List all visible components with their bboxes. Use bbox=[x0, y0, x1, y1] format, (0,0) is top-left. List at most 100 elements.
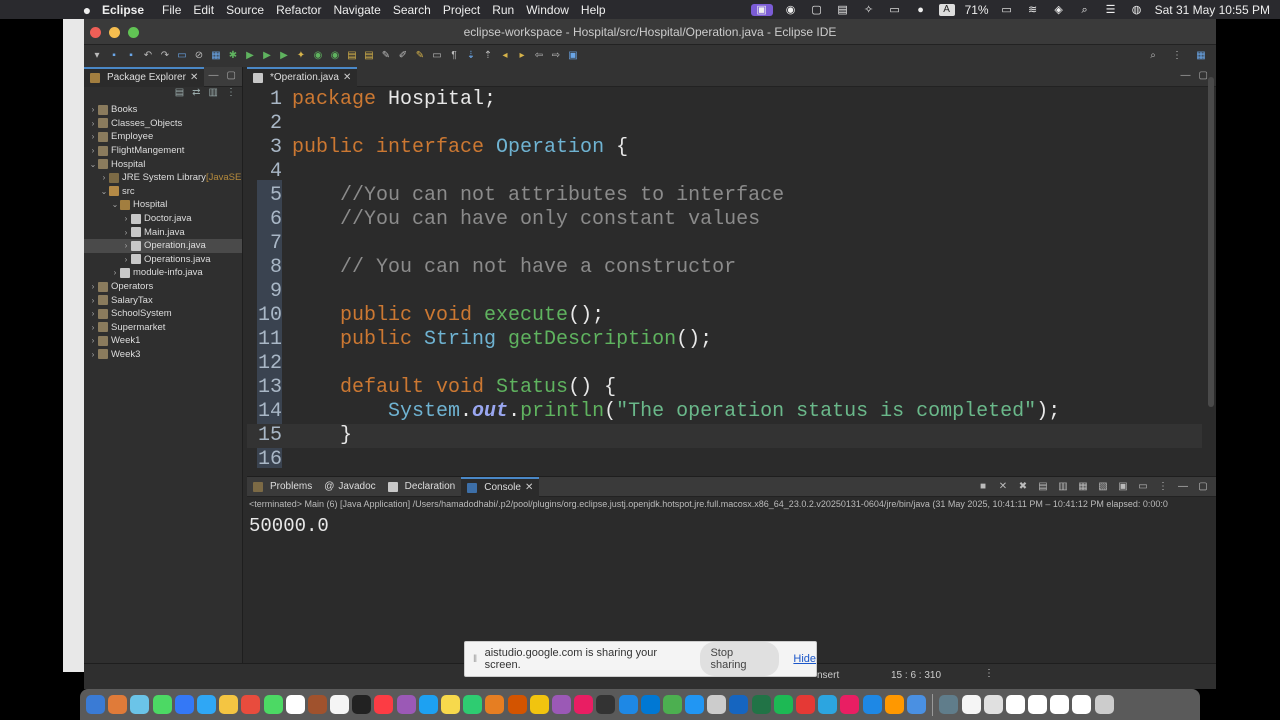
chevron-right-icon[interactable]: › bbox=[121, 214, 131, 223]
build-icon[interactable]: ▦ bbox=[209, 49, 223, 63]
code-line[interactable]: 12 bbox=[247, 352, 1202, 376]
tab-package-explorer[interactable]: Package Explorer ✕ bbox=[84, 66, 205, 87]
status-more-icon[interactable]: ⋮ bbox=[984, 668, 994, 679]
dock-app-icon[interactable] bbox=[352, 695, 372, 714]
more-icon[interactable]: ⋮ bbox=[1170, 49, 1184, 63]
forward-icon[interactable]: ▸ bbox=[515, 49, 529, 63]
remove-all-icon[interactable]: ✖ bbox=[1016, 480, 1030, 494]
hide-link[interactable]: Hide bbox=[793, 653, 816, 665]
menu-edit[interactable]: Edit bbox=[193, 3, 226, 17]
code-line[interactable]: 7 bbox=[247, 232, 1202, 256]
code-line[interactable]: 13 default void Status() { bbox=[247, 376, 1202, 400]
terminate-icon[interactable]: ■ bbox=[976, 480, 990, 494]
menu-help[interactable]: Help bbox=[581, 3, 618, 17]
pdf-icon[interactable]: ▤ bbox=[835, 4, 851, 16]
tree-item[interactable]: › Operations.java bbox=[84, 253, 242, 267]
remove-launch-icon[interactable]: ✕ bbox=[996, 480, 1010, 494]
code-line[interactable]: 6 //You can have only constant values bbox=[247, 208, 1202, 232]
dock-app-icon[interactable] bbox=[485, 695, 505, 714]
dock-app-icon[interactable] bbox=[396, 695, 416, 714]
chevron-right-icon[interactable]: › bbox=[121, 255, 131, 264]
debug-icon[interactable]: ✱ bbox=[226, 49, 240, 63]
editor-scrollbar[interactable] bbox=[1208, 77, 1214, 407]
brightness-icon[interactable]: ✧ bbox=[861, 4, 877, 16]
dock-app-icon[interactable] bbox=[108, 695, 128, 714]
dock-app-icon[interactable] bbox=[906, 695, 926, 714]
dock-app-icon[interactable] bbox=[241, 695, 261, 714]
code-line[interactable]: 8 // You can not have a constructor bbox=[247, 256, 1202, 280]
tree-item[interactable]: › Books bbox=[84, 103, 242, 117]
code-line[interactable]: 9 bbox=[247, 280, 1202, 304]
menu-run[interactable]: Run bbox=[492, 3, 526, 17]
dock-app-icon[interactable] bbox=[685, 695, 705, 714]
dock-app-icon[interactable] bbox=[618, 695, 638, 714]
dock-app-icon[interactable] bbox=[1072, 695, 1092, 714]
wifi-icon[interactable]: ≋ bbox=[1025, 4, 1041, 16]
tree-item[interactable]: › Operators bbox=[84, 280, 242, 294]
chevron-right-icon[interactable]: › bbox=[88, 323, 98, 332]
dock-app-icon[interactable] bbox=[307, 695, 327, 714]
maximize-icon[interactable]: ▢ bbox=[1196, 480, 1210, 494]
java-perspective-icon[interactable]: ▦ bbox=[1194, 49, 1208, 63]
tab-operation-java[interactable]: *Operation.java ✕ bbox=[247, 66, 358, 87]
save-all-icon[interactable]: ▪ bbox=[124, 49, 138, 63]
tree-item[interactable]: › Classes_Objects bbox=[84, 117, 242, 131]
chevron-right-icon[interactable]: › bbox=[99, 173, 109, 182]
record-dot-icon[interactable]: ◉ bbox=[783, 4, 799, 16]
dock-app-icon[interactable] bbox=[729, 695, 749, 714]
minimize-icon[interactable]: — bbox=[1176, 480, 1190, 494]
code-line[interactable]: 10 public void execute(); bbox=[247, 304, 1202, 328]
chevron-right-icon[interactable]: › bbox=[88, 350, 98, 359]
open-type-icon[interactable]: ▤ bbox=[345, 49, 359, 63]
input-source-icon[interactable]: A bbox=[938, 3, 955, 16]
dock-app-icon[interactable] bbox=[818, 695, 838, 714]
chevron-right-icon[interactable]: › bbox=[88, 296, 98, 305]
dock-app-icon[interactable] bbox=[1094, 695, 1114, 714]
chevron-right-icon[interactable]: › bbox=[121, 241, 131, 250]
dock-app-icon[interactable] bbox=[174, 695, 194, 714]
dock-app-icon[interactable] bbox=[640, 695, 660, 714]
code-line[interactable]: 11 public String getDescription(); bbox=[247, 328, 1202, 352]
new-icon[interactable]: ▾ bbox=[90, 49, 104, 63]
dock-app-icon[interactable] bbox=[152, 695, 172, 714]
user-icon[interactable]: ● bbox=[913, 4, 929, 16]
menu-window[interactable]: Window bbox=[526, 3, 581, 17]
screen-record-icon[interactable]: ▣ bbox=[750, 3, 773, 16]
search-icon[interactable]: ⌕ bbox=[1077, 4, 1093, 16]
dock-app-icon[interactable] bbox=[884, 695, 904, 714]
chevron-right-icon[interactable]: › bbox=[121, 228, 131, 237]
dock-app-icon[interactable] bbox=[773, 695, 793, 714]
chevron-down-icon[interactable]: ⌄ bbox=[110, 200, 120, 209]
dock-app-icon[interactable] bbox=[441, 695, 460, 714]
tree-item[interactable]: ⌄ Hospital bbox=[84, 198, 242, 212]
display-console-icon[interactable]: ▣ bbox=[1116, 480, 1130, 494]
dock-app-icon[interactable] bbox=[196, 695, 216, 714]
display-icon[interactable]: ▭ bbox=[887, 4, 903, 16]
chevron-right-icon[interactable]: › bbox=[88, 119, 98, 128]
code-line[interactable]: 16 bbox=[247, 448, 1202, 472]
view-menu-icon[interactable]: ⋮ bbox=[1156, 480, 1170, 494]
terminal-icon[interactable]: ▭ bbox=[175, 49, 189, 63]
dock-app-icon[interactable] bbox=[285, 695, 305, 714]
code-line[interactable]: 1 package Hospital; bbox=[247, 88, 1202, 112]
maximize-icon[interactable]: ▢ bbox=[1199, 70, 1208, 81]
code-line[interactable]: 2 bbox=[247, 112, 1202, 136]
next-edit-icon[interactable]: ⇨ bbox=[549, 49, 563, 63]
dock-app-icon[interactable] bbox=[1028, 695, 1048, 714]
menu-navigate[interactable]: Navigate bbox=[333, 3, 392, 17]
dock-app-icon[interactable] bbox=[463, 695, 483, 714]
dock-app-icon[interactable] bbox=[596, 695, 616, 714]
last-edit-icon[interactable]: ⇦ bbox=[532, 49, 546, 63]
dock-app-icon[interactable] bbox=[961, 695, 981, 714]
stop-sharing-button[interactable]: Stop sharing bbox=[700, 642, 780, 676]
toggle-word-wrap-icon[interactable]: ✎ bbox=[413, 49, 427, 63]
search-toolbar-icon[interactable]: ✎ bbox=[379, 49, 393, 63]
chevron-right-icon[interactable]: › bbox=[88, 146, 98, 155]
dock-app-icon[interactable] bbox=[862, 695, 882, 714]
menu-search[interactable]: Search bbox=[393, 3, 443, 17]
menu-source[interactable]: Source bbox=[226, 3, 276, 17]
tree-item[interactable]: ⌄ src bbox=[84, 185, 242, 199]
dock-app-icon[interactable] bbox=[374, 695, 394, 714]
tab-javadoc[interactable]: @ Javadoc bbox=[318, 477, 381, 497]
dock-app-icon[interactable] bbox=[130, 695, 150, 714]
